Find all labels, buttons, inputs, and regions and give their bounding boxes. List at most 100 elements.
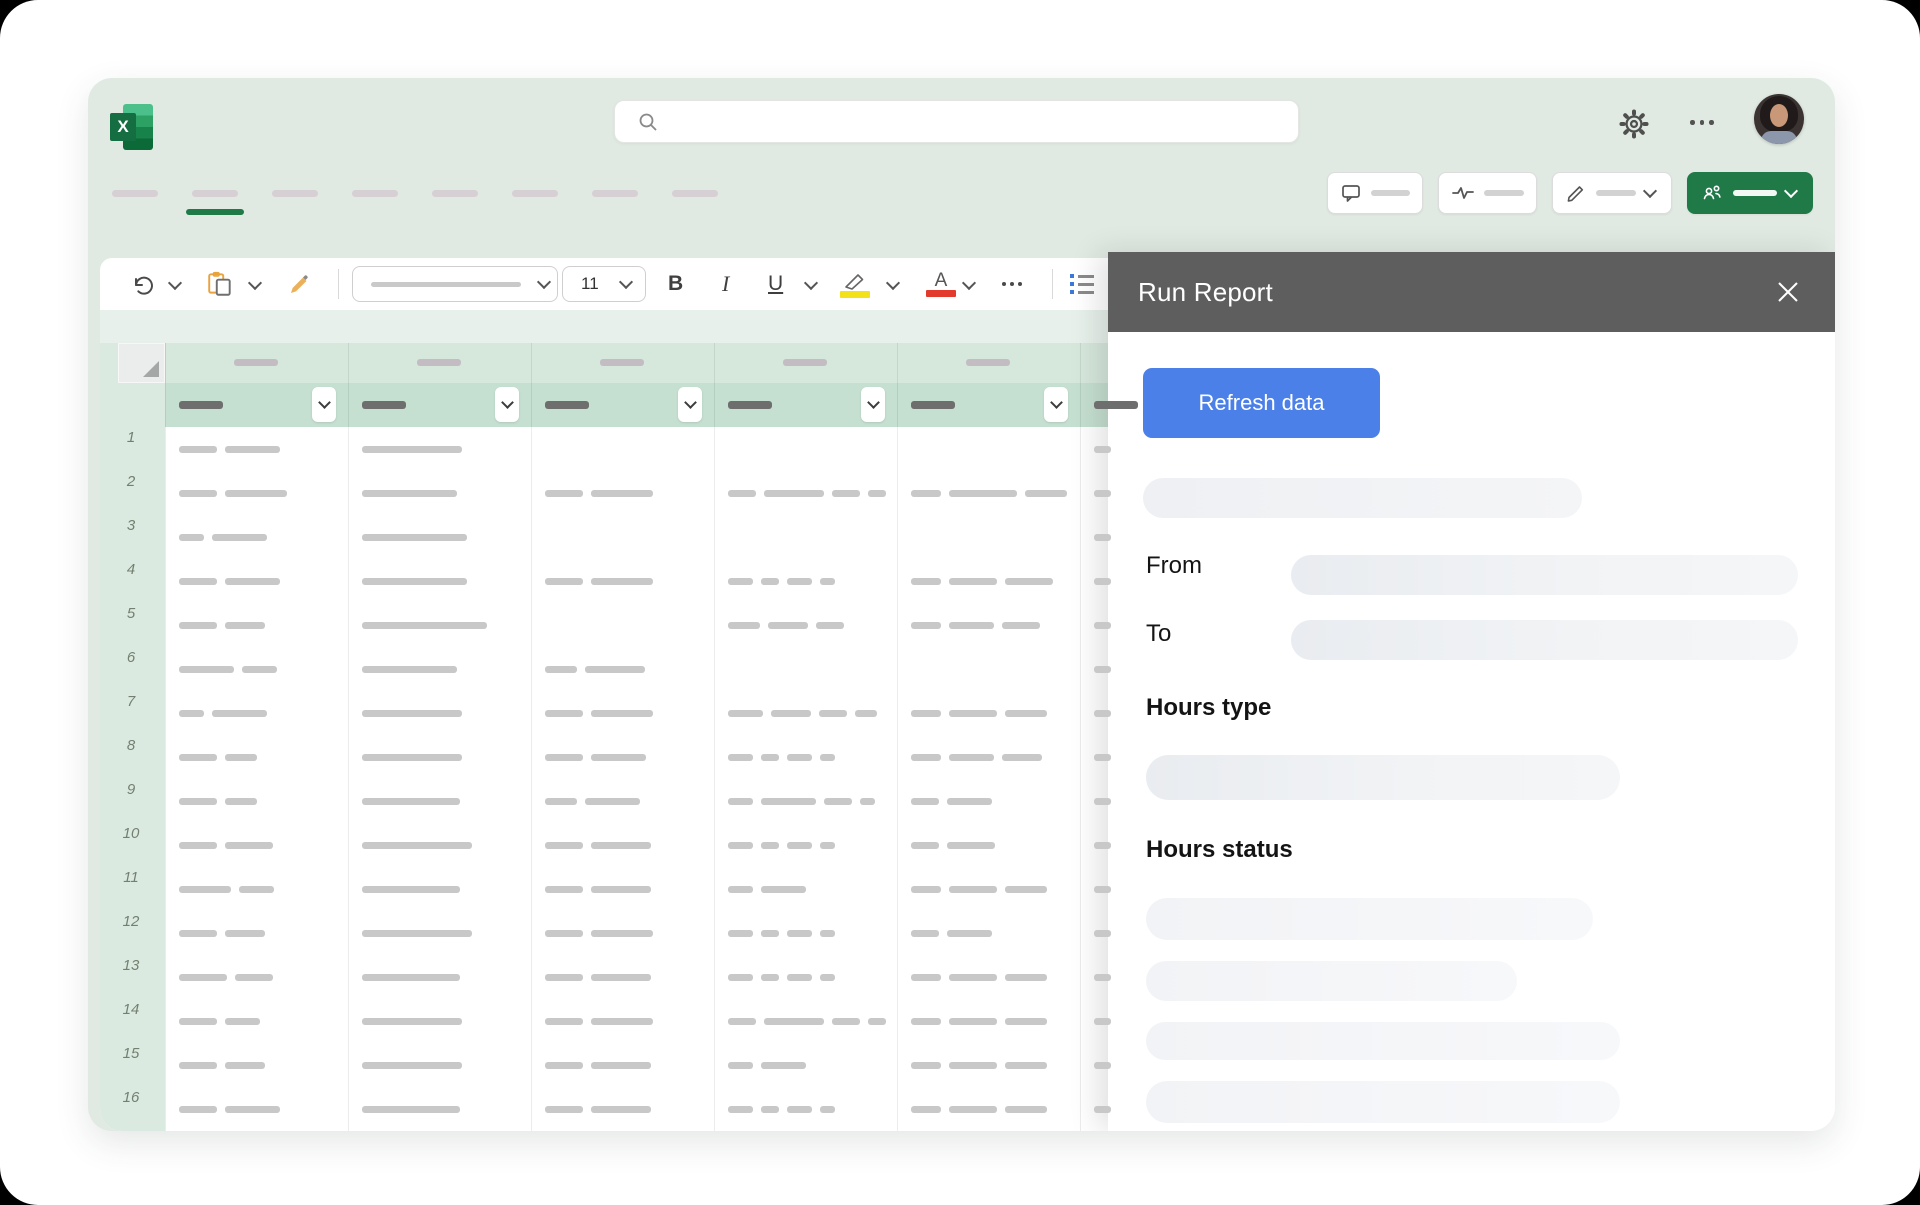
cell-placeholder (761, 1062, 806, 1069)
cell-placeholder (362, 930, 472, 937)
cell-placeholder (1005, 974, 1047, 981)
activity-button[interactable] (1438, 172, 1537, 214)
hours-type-label: Hours type (1146, 694, 1271, 722)
sheet-tab[interactable] (592, 190, 638, 197)
font-name-select[interactable] (352, 266, 558, 302)
cell-placeholder (855, 710, 877, 717)
share-button[interactable] (1687, 172, 1813, 214)
chevron-down-icon[interactable] (886, 276, 900, 290)
cell-placeholder (949, 1018, 997, 1025)
chevron-down-icon[interactable] (248, 276, 262, 290)
avatar-face (1770, 104, 1788, 127)
sheet-tab[interactable] (432, 190, 478, 197)
filter-dropdown[interactable] (495, 387, 519, 422)
sheet-tab[interactable] (352, 190, 398, 197)
filter-dropdown[interactable] (861, 387, 885, 422)
cell-placeholder (949, 1062, 997, 1069)
cell-placeholder (761, 930, 779, 937)
people-share-icon (1700, 182, 1724, 204)
refresh-data-button[interactable]: Refresh data (1143, 368, 1380, 438)
filter-dropdown[interactable] (1044, 387, 1068, 422)
chevron-down-icon[interactable] (168, 276, 182, 290)
cell-placeholder (947, 930, 992, 937)
close-icon[interactable] (1775, 279, 1801, 305)
hours-status-pill[interactable] (1146, 898, 1593, 940)
cell-placeholder (362, 1018, 462, 1025)
row-number: 3 (100, 516, 162, 536)
settings-icon[interactable] (1618, 108, 1650, 145)
hours-status-pill[interactable] (1146, 1081, 1620, 1123)
highlight-button[interactable] (840, 258, 870, 310)
more-formatting-button[interactable] (1002, 258, 1022, 310)
filter-dropdown[interactable] (312, 387, 336, 422)
cell-placeholder (179, 754, 217, 761)
cell-placeholder (545, 842, 583, 849)
column-header-placeholder (417, 359, 461, 366)
cell-placeholder (179, 578, 217, 585)
cell-placeholder (1025, 490, 1067, 497)
italic-button[interactable]: I (722, 258, 729, 310)
chevron-down-icon[interactable] (804, 276, 818, 290)
hours-type-pill[interactable] (1146, 755, 1620, 800)
comment-button[interactable] (1327, 172, 1423, 214)
format-painter-button[interactable] (286, 258, 314, 310)
edit-mode-button[interactable] (1552, 172, 1672, 214)
sheet-tab[interactable] (272, 190, 318, 197)
filter-dropdown[interactable] (678, 387, 702, 422)
chevron-down-icon (1050, 396, 1063, 409)
font-size-select[interactable]: 11 (562, 266, 646, 302)
hours-status-pill[interactable] (1146, 961, 1517, 1001)
from-date-input[interactable] (1291, 555, 1798, 595)
undo-button[interactable] (130, 258, 156, 310)
cell-placeholder (911, 886, 941, 893)
list-icon[interactable] (1070, 258, 1094, 310)
cell-placeholder (239, 886, 274, 893)
cell-placeholder (225, 622, 265, 629)
font-size-value: 11 (581, 274, 599, 294)
cell-placeholder (1005, 1106, 1047, 1113)
user-avatar[interactable] (1754, 94, 1804, 144)
cell-placeholder (179, 1062, 217, 1069)
row-number-gutter: 1234567891011121314151617 (100, 343, 166, 1131)
cell-placeholder (179, 534, 204, 541)
cell-placeholder (911, 490, 941, 497)
cell-placeholder (787, 578, 812, 585)
cell-placeholder (179, 886, 231, 893)
cell-placeholder (768, 622, 808, 629)
hours-status-pill[interactable] (1146, 1022, 1620, 1060)
cell-placeholder (1094, 974, 1111, 981)
cell-placeholder (820, 754, 835, 761)
underline-button[interactable]: U (768, 258, 783, 310)
cell-placeholder (728, 754, 753, 761)
chevron-down-icon[interactable] (962, 276, 976, 290)
cell-placeholder (362, 842, 472, 849)
cell-placeholder (761, 842, 779, 849)
cell-placeholder (179, 710, 204, 717)
cell-placeholder (362, 1106, 460, 1113)
paste-button[interactable] (206, 258, 234, 310)
cell-placeholder (545, 754, 583, 761)
cell-placeholder (911, 842, 939, 849)
cell-placeholder (787, 1106, 812, 1113)
to-label: To (1146, 620, 1171, 648)
sheet-tab[interactable] (112, 190, 158, 197)
sheet-tab[interactable] (672, 190, 718, 197)
cell-placeholder (728, 1018, 756, 1025)
cell-placeholder (545, 798, 577, 805)
header-cell-placeholder (911, 401, 955, 409)
cell-placeholder (911, 798, 939, 805)
cell-placeholder (1005, 1062, 1047, 1069)
select-all-corner[interactable] (118, 343, 165, 383)
bold-button[interactable]: B (668, 258, 683, 310)
cell-placeholder (212, 534, 267, 541)
cell-placeholder (911, 1062, 941, 1069)
sheet-tab[interactable] (192, 190, 238, 197)
cell-placeholder (868, 1018, 886, 1025)
screenshot-canvas: X (0, 0, 1920, 1205)
to-date-input[interactable] (1291, 620, 1798, 660)
cell-placeholder (242, 666, 277, 673)
font-color-button[interactable]: A (926, 258, 956, 310)
more-icon[interactable] (1690, 120, 1714, 125)
cell-placeholder (820, 578, 835, 585)
sheet-tab[interactable] (512, 190, 558, 197)
